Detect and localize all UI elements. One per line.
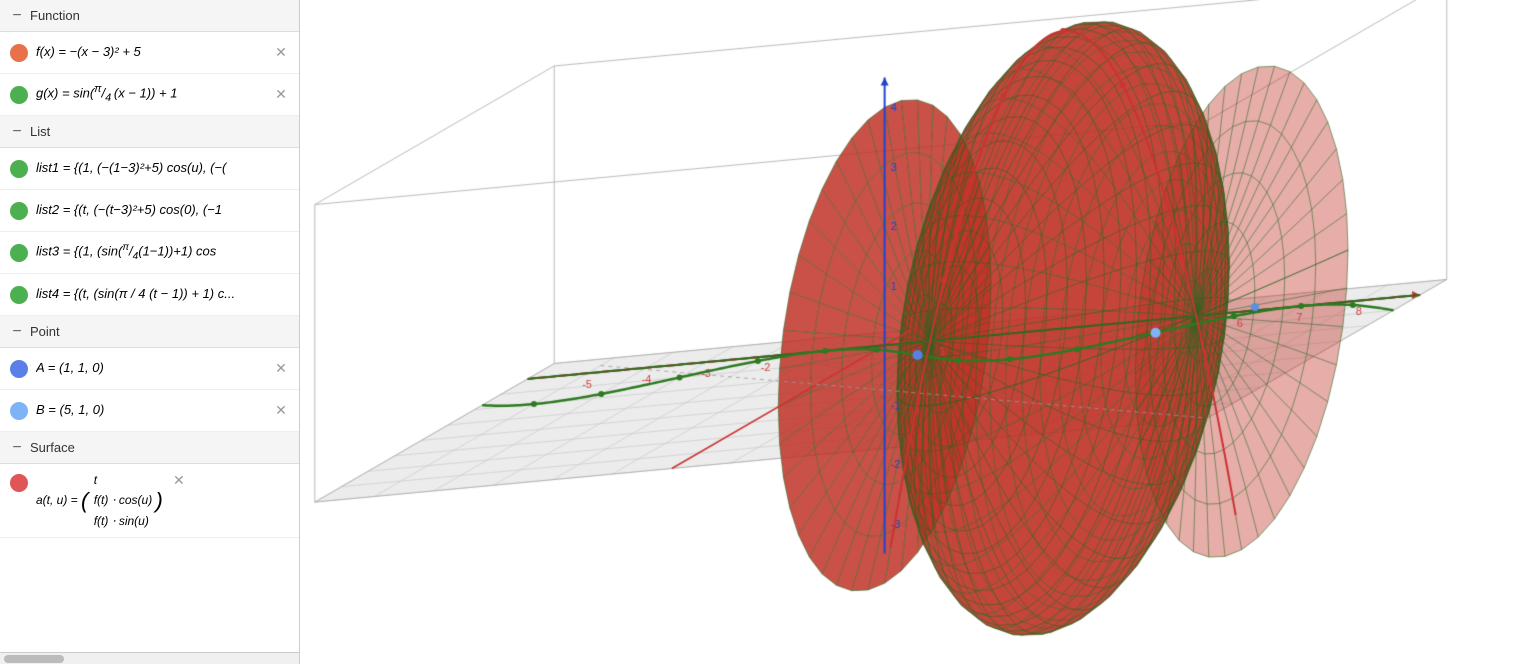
list-item-list3: list3 = {(1, (sin(π/4(1−1))+1) cos <box>0 232 299 274</box>
collapse-list-icon[interactable]: − <box>10 125 24 139</box>
collapse-surface-icon[interactable]: − <box>10 441 24 455</box>
color-dot-surface-a[interactable] <box>10 474 28 492</box>
section-label-point: Point <box>30 324 60 339</box>
list-item-list1: list1 = {(1, (−(1−3)²+5) cos(u), (−( <box>0 148 299 190</box>
surface-item-a: a(t, u) = ( t f(t) ⋅ cos(u) f(t) ⋅ sin(u… <box>0 464 299 538</box>
color-dot-fx[interactable] <box>10 44 28 62</box>
list-text-list1: list1 = {(1, (−(1−3)²+5) cos(u), (−( <box>36 159 289 177</box>
point-item-B: B = (5, 1, 0) ✕ <box>0 390 299 432</box>
list-text-list2: list2 = {(t, (−(t−3)²+5) cos(0), (−1 <box>36 201 289 219</box>
list-item-list4: list4 = {(t, (sin(π / 4 (t − 1)) + 1) c.… <box>0 274 299 316</box>
point-text-A: A = (1, 1, 0) <box>36 359 265 377</box>
color-dot-gx[interactable] <box>10 86 28 104</box>
close-B-button[interactable]: ✕ <box>273 403 289 419</box>
section-header-surface: − Surface <box>0 432 299 464</box>
bottom-scrollbar-bar <box>0 652 300 664</box>
function-text-fx: f(x) = −(x − 3)² + 5 <box>36 43 265 61</box>
function-item-fx: f(x) = −(x − 3)² + 5 ✕ <box>0 32 299 74</box>
collapse-function-icon[interactable]: − <box>10 9 24 23</box>
collapse-point-icon[interactable]: − <box>10 325 24 339</box>
section-header-list: − List <box>0 116 299 148</box>
function-text-gx: g(x) = sin(π/4 (x − 1)) + 1 <box>36 82 265 106</box>
point-item-A: A = (1, 1, 0) ✕ <box>0 348 299 390</box>
canvas-area[interactable] <box>300 0 1518 664</box>
section-label-surface: Surface <box>30 440 75 455</box>
close-gx-button[interactable]: ✕ <box>273 87 289 103</box>
color-dot-B[interactable] <box>10 402 28 420</box>
section-header-point: − Point <box>0 316 299 348</box>
close-surface-a-button[interactable]: ✕ <box>171 472 187 488</box>
point-text-B: B = (5, 1, 0) <box>36 401 265 419</box>
list-text-list3: list3 = {(1, (sin(π/4(1−1))+1) cos <box>36 241 289 264</box>
list-item-list2: list2 = {(t, (−(t−3)²+5) cos(0), (−1 <box>0 190 299 232</box>
left-panel: − Function f(x) = −(x − 3)² + 5 ✕ g(x) =… <box>0 0 300 664</box>
horizontal-scrollbar[interactable] <box>4 655 64 663</box>
color-dot-list1[interactable] <box>10 160 28 178</box>
color-dot-list3[interactable] <box>10 244 28 262</box>
color-dot-list4[interactable] <box>10 286 28 304</box>
function-item-gx: g(x) = sin(π/4 (x − 1)) + 1 ✕ <box>0 74 299 116</box>
close-A-button[interactable]: ✕ <box>273 361 289 377</box>
3d-canvas[interactable] <box>300 0 1518 664</box>
close-fx-button[interactable]: ✕ <box>273 45 289 61</box>
color-dot-A[interactable] <box>10 360 28 378</box>
color-dot-list2[interactable] <box>10 202 28 220</box>
surface-text-a: a(t, u) = ( t f(t) ⋅ cos(u) f(t) ⋅ sin(u… <box>36 470 163 531</box>
section-label-list: List <box>30 124 50 139</box>
list-text-list4: list4 = {(t, (sin(π / 4 (t − 1)) + 1) c.… <box>36 285 289 303</box>
section-label-function: Function <box>30 8 80 23</box>
section-header-function: − Function <box>0 0 299 32</box>
